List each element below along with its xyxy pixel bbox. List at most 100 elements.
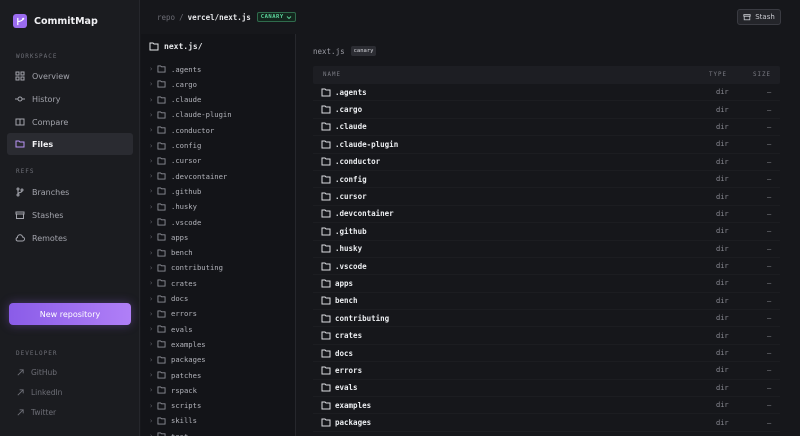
chevron-right-icon[interactable]: › [149, 371, 157, 379]
tree-item[interactable]: › .vscode [149, 215, 201, 229]
chevron-right-icon[interactable]: › [149, 172, 157, 180]
file-name[interactable]: packages [335, 418, 371, 427]
table-row[interactable]: evals dir — [313, 380, 780, 398]
tree-item[interactable]: › patches [149, 368, 201, 382]
table-row[interactable]: contributing dir — [313, 310, 780, 328]
chevron-right-icon[interactable]: › [149, 65, 157, 73]
table-row[interactable]: packages dir — [313, 414, 780, 432]
table-row[interactable]: .github dir — [313, 223, 780, 241]
linkedin-link[interactable]: LinkedIn [16, 388, 62, 397]
file-name[interactable]: apps [335, 279, 353, 288]
sidebar-item-overview[interactable]: Overview [7, 65, 133, 87]
table-row[interactable]: docs dir — [313, 345, 780, 363]
github-link[interactable]: GitHub [16, 368, 57, 377]
table-row[interactable]: .devcontainer dir — [313, 206, 780, 224]
chevron-right-icon[interactable]: › [149, 310, 157, 318]
table-row[interactable]: .agents dir — [313, 84, 780, 102]
tree-item[interactable]: › .claude-plugin [149, 108, 232, 122]
chevron-right-icon[interactable]: › [149, 249, 157, 257]
chevron-right-icon[interactable]: › [149, 340, 157, 348]
sidebar-item-files[interactable]: Files [7, 133, 133, 155]
file-name[interactable]: .github [335, 227, 367, 236]
table-row[interactable]: .claude-plugin dir — [313, 136, 780, 154]
file-name[interactable]: .devcontainer [335, 209, 394, 218]
chevron-right-icon[interactable]: › [149, 295, 157, 303]
file-name[interactable]: docs [335, 349, 353, 358]
file-name[interactable]: evals [335, 383, 358, 392]
sidebar-item-remotes[interactable]: Remotes [7, 227, 133, 249]
sidebar-item-history[interactable]: History [7, 88, 133, 110]
tree-item[interactable]: › errors [149, 307, 197, 321]
table-row[interactable]: examples dir — [313, 397, 780, 415]
chevron-right-icon[interactable]: › [149, 126, 157, 134]
table-row[interactable]: .claude dir — [313, 119, 780, 137]
table-row[interactable]: crates dir — [313, 327, 780, 345]
tree-item[interactable]: › docs [149, 292, 188, 306]
chevron-right-icon[interactable]: › [149, 432, 157, 436]
chevron-right-icon[interactable]: › [149, 157, 157, 165]
chevron-right-icon[interactable]: › [149, 187, 157, 195]
chevron-right-icon[interactable]: › [149, 111, 157, 119]
chevron-right-icon[interactable]: › [149, 386, 157, 394]
tree-item[interactable]: › .agents [149, 62, 201, 76]
tree-item[interactable]: › contributing [149, 261, 223, 275]
file-name[interactable]: .cargo [335, 105, 362, 114]
chevron-right-icon[interactable]: › [149, 279, 157, 287]
twitter-link[interactable]: Twitter [16, 408, 56, 417]
file-name[interactable]: .claude-plugin [335, 140, 398, 149]
sidebar-item-branches[interactable]: Branches [7, 181, 133, 203]
tree-item[interactable]: › .conductor [149, 123, 214, 137]
table-row[interactable]: .conductor dir — [313, 154, 780, 171]
file-name[interactable]: .agents [335, 88, 367, 97]
chevron-right-icon[interactable]: › [149, 356, 157, 364]
chevron-right-icon[interactable]: › [149, 80, 157, 88]
file-name[interactable]: .conductor [335, 157, 380, 166]
tree-root[interactable]: next.js/ [149, 42, 203, 51]
table-row[interactable]: bench dir — [313, 293, 780, 311]
chevron-right-icon[interactable]: › [149, 233, 157, 241]
table-row[interactable]: .husky dir — [313, 241, 780, 258]
column-header-size[interactable]: SIZE [753, 72, 771, 78]
file-name[interactable]: .vscode [335, 262, 367, 271]
tree-item[interactable]: › packages [149, 353, 206, 367]
column-header-type[interactable]: TYPE [709, 72, 727, 78]
brand[interactable]: CommitMap [13, 14, 98, 28]
tree-item[interactable]: › .cargo [149, 77, 197, 91]
new-repository-button[interactable]: New repository [9, 303, 131, 325]
chevron-right-icon[interactable]: › [149, 325, 157, 333]
tree-item[interactable]: › examples [149, 337, 206, 351]
stash-button[interactable]: Stash [737, 9, 781, 25]
file-name[interactable]: .claude [335, 122, 367, 131]
chevron-right-icon[interactable]: › [149, 264, 157, 272]
tree-item[interactable]: › .husky [149, 200, 197, 214]
branch-selector[interactable]: CANARY [256, 12, 296, 22]
chevron-right-icon[interactable]: › [149, 402, 157, 410]
column-header-name[interactable]: NAME [323, 72, 341, 78]
chevron-right-icon[interactable]: › [149, 203, 157, 211]
tree-item[interactable]: › .claude [149, 93, 201, 107]
chevron-right-icon[interactable]: › [149, 417, 157, 425]
sidebar-item-compare[interactable]: Compare [7, 111, 133, 133]
table-row[interactable]: errors dir — [313, 362, 780, 380]
table-row[interactable]: .config dir — [313, 171, 780, 189]
table-row[interactable]: .cursor dir — [313, 188, 780, 206]
tree-item[interactable]: › .github [149, 184, 201, 198]
chevron-right-icon[interactable]: › [149, 142, 157, 150]
file-name[interactable]: errors [335, 366, 362, 375]
tree-item[interactable]: › apps [149, 230, 188, 244]
tree-item[interactable]: › test [149, 429, 188, 436]
tree-item[interactable]: › evals [149, 322, 193, 336]
file-name[interactable]: .cursor [335, 192, 367, 201]
tree-item[interactable]: › skills [149, 414, 197, 428]
chevron-right-icon[interactable]: › [149, 218, 157, 226]
file-name[interactable]: .config [335, 175, 367, 184]
sidebar-item-stashes[interactable]: Stashes [7, 204, 133, 226]
repo-name[interactable]: vercel/next.js [188, 13, 251, 22]
file-name[interactable]: .husky [335, 244, 362, 253]
file-name[interactable]: examples [335, 401, 371, 410]
file-name[interactable]: bench [335, 296, 358, 305]
tree-item[interactable]: › .cursor [149, 154, 201, 168]
tree-item[interactable]: › crates [149, 276, 197, 290]
table-row[interactable]: .cargo dir — [313, 101, 780, 119]
chevron-right-icon[interactable]: › [149, 96, 157, 104]
